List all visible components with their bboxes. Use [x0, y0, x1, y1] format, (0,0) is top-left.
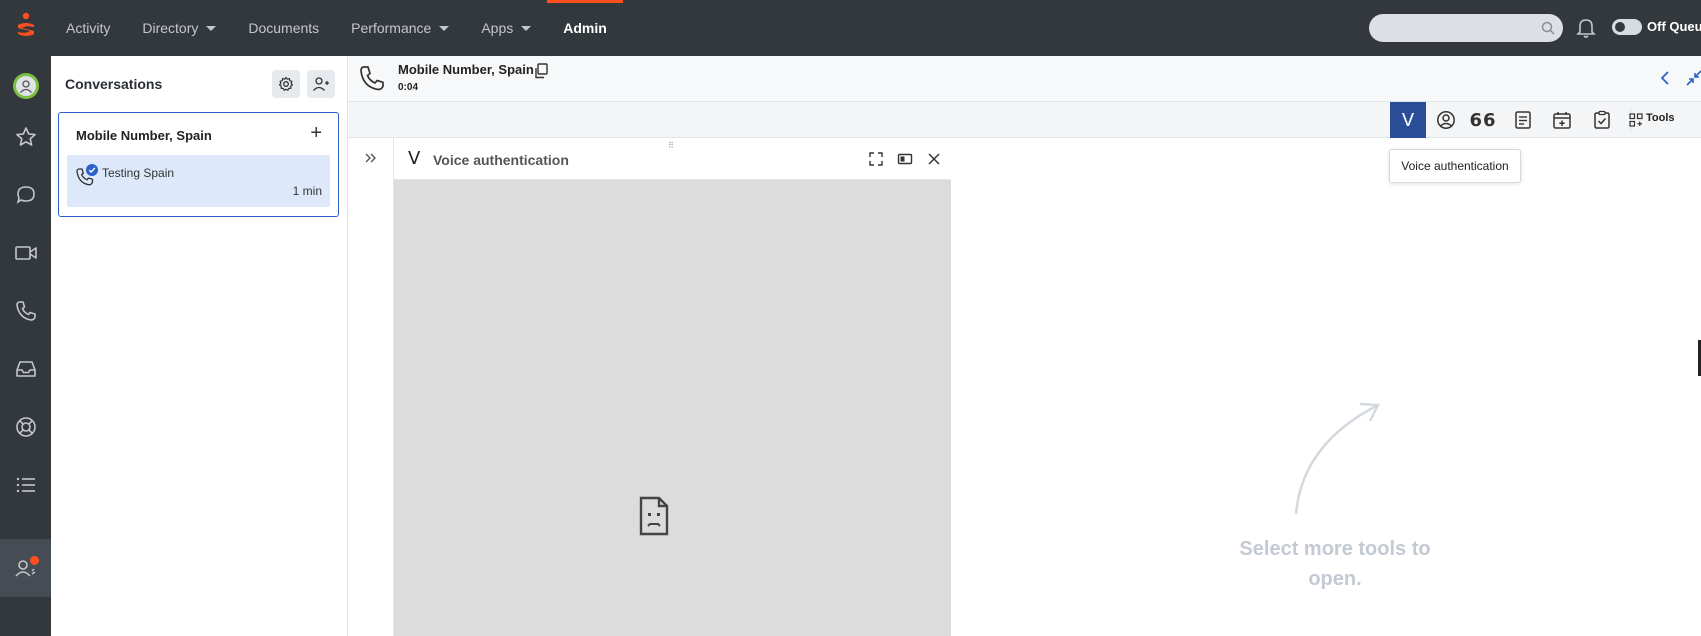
rail-profile[interactable]: [0, 57, 51, 115]
nav-documents-label: Documents: [248, 20, 320, 36]
interaction-duration: 0:04: [398, 82, 419, 93]
tools-bar: V 66 Tools: [348, 102, 1701, 138]
gear-icon: [278, 76, 294, 91]
canned-responses-tool-button[interactable]: 66: [1465, 102, 1501, 138]
tools-grid-icon[interactable]: [1629, 113, 1643, 127]
rail-phone[interactable]: [0, 282, 51, 340]
bell-icon[interactable]: [1576, 17, 1596, 39]
connected-check-icon: [86, 164, 98, 176]
schedule-callback-tool-button[interactable]: [1544, 102, 1580, 138]
conversation-item-name: Testing Spain: [102, 166, 175, 180]
rail-chat[interactable]: [0, 166, 51, 224]
rail-video[interactable]: [0, 224, 51, 282]
double-chevron-right-icon[interactable]: [364, 152, 378, 164]
quote-icon: 66: [1469, 109, 1497, 131]
rail-list[interactable]: [0, 456, 51, 514]
nav-documents[interactable]: Documents: [232, 0, 335, 56]
conversation-item[interactable]: Testing Spain 1 min: [67, 155, 330, 207]
phone-icon: [15, 301, 36, 321]
interaction-title: Mobile Number, Spain: [398, 62, 534, 77]
voice-authentication-logo-icon: V: [408, 148, 421, 169]
nav-performance[interactable]: Performance: [335, 0, 465, 56]
main-nav: Activity Directory Documents Performance…: [50, 0, 623, 56]
empty-state-message: Select more tools to open.: [1225, 534, 1445, 594]
empty-state-line-1: Select more tools to: [1239, 538, 1431, 560]
tools-label[interactable]: Tools: [1646, 112, 1675, 124]
conversations-title: Conversations: [65, 76, 163, 92]
chevron-down-icon: [439, 25, 450, 31]
interaction-header: Mobile Number, Spain 0:04: [348, 56, 1701, 102]
copy-icon[interactable]: [534, 63, 548, 79]
left-rail: [0, 56, 51, 636]
rail-agent-status[interactable]: [0, 539, 51, 597]
status-ring: [12, 73, 39, 99]
clipboard-check-icon: [1594, 110, 1610, 129]
empty-state-line-2: open.: [1308, 568, 1362, 590]
contact-profile-tool-button[interactable]: [1428, 102, 1464, 138]
wrapup-tool-button[interactable]: [1584, 102, 1620, 138]
inbox-icon: [15, 361, 36, 377]
voice-authentication-header: ⠿ V Voice authentication: [394, 138, 951, 180]
conversation-settings-button[interactable]: [272, 70, 300, 98]
nav-directory[interactable]: Directory: [126, 0, 232, 56]
nav-directory-label: Directory: [142, 20, 199, 36]
nav-admin[interactable]: Admin: [547, 0, 623, 56]
chevron-down-icon: [521, 25, 532, 31]
star-icon: [15, 127, 36, 146]
conversation-card[interactable]: Mobile Number, Spain + Testing Spain 1 m…: [58, 112, 339, 217]
nav-activity-label: Activity: [66, 20, 111, 36]
nav-apps-label: Apps: [481, 20, 514, 36]
add-participant-button[interactable]: [307, 70, 335, 98]
genesys-logo-icon[interactable]: [14, 12, 38, 44]
close-icon[interactable]: [926, 151, 942, 167]
chevron-down-icon: [206, 25, 217, 31]
notes-tool-button[interactable]: [1505, 102, 1541, 138]
conversations-panel: Conversations Mobile Number, Spain + Tes…: [51, 56, 348, 636]
voice-authentication-title: Voice authentication: [433, 152, 569, 168]
top-navigation-bar: Activity Directory Documents Performance…: [0, 0, 1701, 56]
video-icon: [14, 246, 37, 260]
nav-activity[interactable]: Activity: [50, 0, 126, 56]
voice-authentication-frame: [394, 180, 951, 636]
dock-icon[interactable]: [897, 151, 913, 167]
panel-side-strip: [348, 138, 394, 636]
document-icon: [1515, 111, 1531, 129]
user-circle-icon: [1437, 111, 1455, 129]
nav-admin-label: Admin: [563, 20, 607, 36]
voice-authentication-tool-button[interactable]: V: [1390, 102, 1426, 138]
voice-authentication-panel: ⠿ V Voice authentication: [394, 138, 951, 636]
rail-favorites[interactable]: [0, 108, 51, 166]
search-icon: [1541, 21, 1555, 35]
nav-apps[interactable]: Apps: [465, 0, 547, 56]
lifebuoy-icon: [15, 417, 36, 437]
list-icon: [16, 477, 35, 493]
search-input[interactable]: [1369, 14, 1563, 42]
app-window: Activity Directory Documents Performance…: [0, 0, 1701, 636]
voice-authentication-tooltip: Voice authentication: [1389, 149, 1521, 183]
calendar-add-icon: [1553, 112, 1571, 129]
phone-icon: [360, 66, 384, 91]
conversation-card-title: Mobile Number, Spain: [76, 128, 212, 143]
broken-page-icon: [639, 496, 669, 536]
curved-arrow-icon: [1294, 402, 1380, 515]
voice-authentication-logo-icon: V: [1401, 109, 1415, 131]
chat-icon: [16, 186, 35, 204]
rail-inbox[interactable]: [0, 340, 51, 398]
add-icon[interactable]: +: [310, 123, 322, 143]
conversation-item-time: 1 min: [292, 184, 322, 198]
queue-status-label: Off Queue: [1647, 19, 1701, 34]
collapse-icon[interactable]: [1686, 70, 1701, 86]
rail-help[interactable]: [0, 398, 51, 456]
notification-dot: [30, 556, 39, 565]
nav-performance-label: Performance: [351, 20, 432, 36]
chevron-left-icon[interactable]: [1660, 70, 1670, 86]
add-user-icon: [313, 77, 329, 91]
queue-toggle[interactable]: [1612, 19, 1642, 35]
drag-handle-icon[interactable]: ⠿: [668, 141, 675, 150]
profile-avatar-icon: [15, 76, 36, 96]
fullscreen-icon[interactable]: [868, 151, 884, 167]
